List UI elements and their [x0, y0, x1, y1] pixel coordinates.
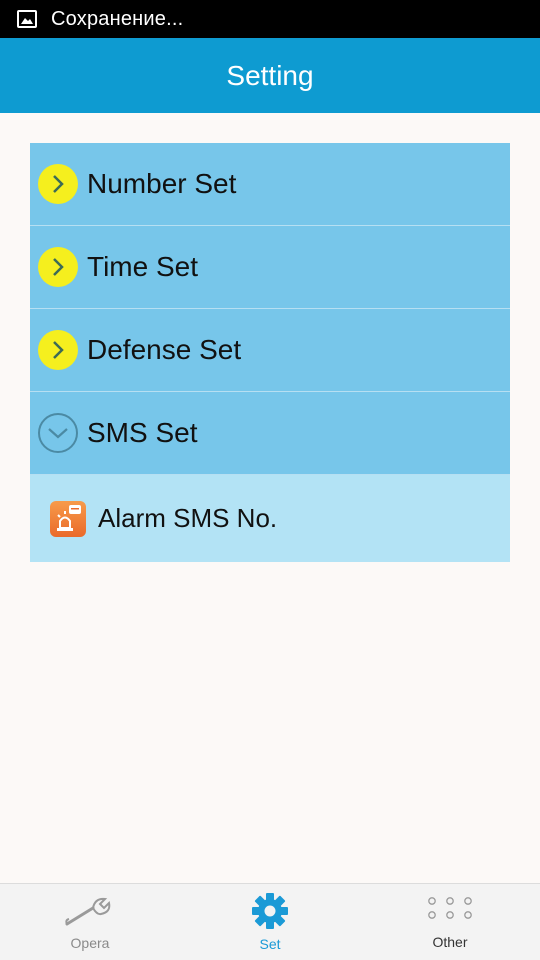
tab-opera[interactable]: Opera — [0, 884, 180, 960]
tab-other[interactable]: Other — [360, 884, 540, 960]
page-title: Setting — [226, 59, 314, 91]
menu-item-sms-set[interactable]: SMS Set — [30, 392, 510, 475]
chevron-right-icon — [38, 247, 78, 287]
menu-item-label: Defense Set — [87, 334, 242, 365]
menu-item-label: Number Set — [87, 168, 237, 199]
image-icon — [17, 10, 37, 28]
sub-item-label: Alarm SMS No. — [98, 503, 278, 533]
sub-item-alarm-sms-no[interactable]: Alarm SMS No. — [30, 475, 510, 562]
tab-label: Other — [432, 933, 468, 950]
alarm-sms-icon — [50, 500, 86, 537]
status-text: Сохранение... — [51, 7, 184, 30]
menu-item-number-set[interactable]: Number Set — [30, 143, 510, 226]
dots-grid-icon — [425, 895, 475, 932]
gear-icon — [249, 892, 291, 934]
settings-menu: Number Set Time Set Defense Set SMS Set — [30, 143, 510, 562]
chevron-right-icon — [38, 330, 78, 370]
menu-item-label: SMS Set — [87, 417, 198, 448]
menu-item-defense-set[interactable]: Defense Set — [30, 309, 510, 392]
bottom-tab-bar: Opera Set Other — [0, 883, 540, 960]
tab-label: Set — [259, 935, 281, 952]
wrench-icon — [63, 894, 117, 933]
menu-item-time-set[interactable]: Time Set — [30, 226, 510, 309]
title-bar: Setting — [0, 38, 540, 113]
chevron-right-icon — [38, 164, 78, 204]
menu-item-label: Time Set — [87, 251, 198, 282]
status-bar: Сохранение... — [0, 0, 540, 38]
chevron-down-icon — [38, 413, 78, 453]
tab-set[interactable]: Set — [180, 884, 360, 960]
tab-label: Opera — [70, 934, 110, 951]
